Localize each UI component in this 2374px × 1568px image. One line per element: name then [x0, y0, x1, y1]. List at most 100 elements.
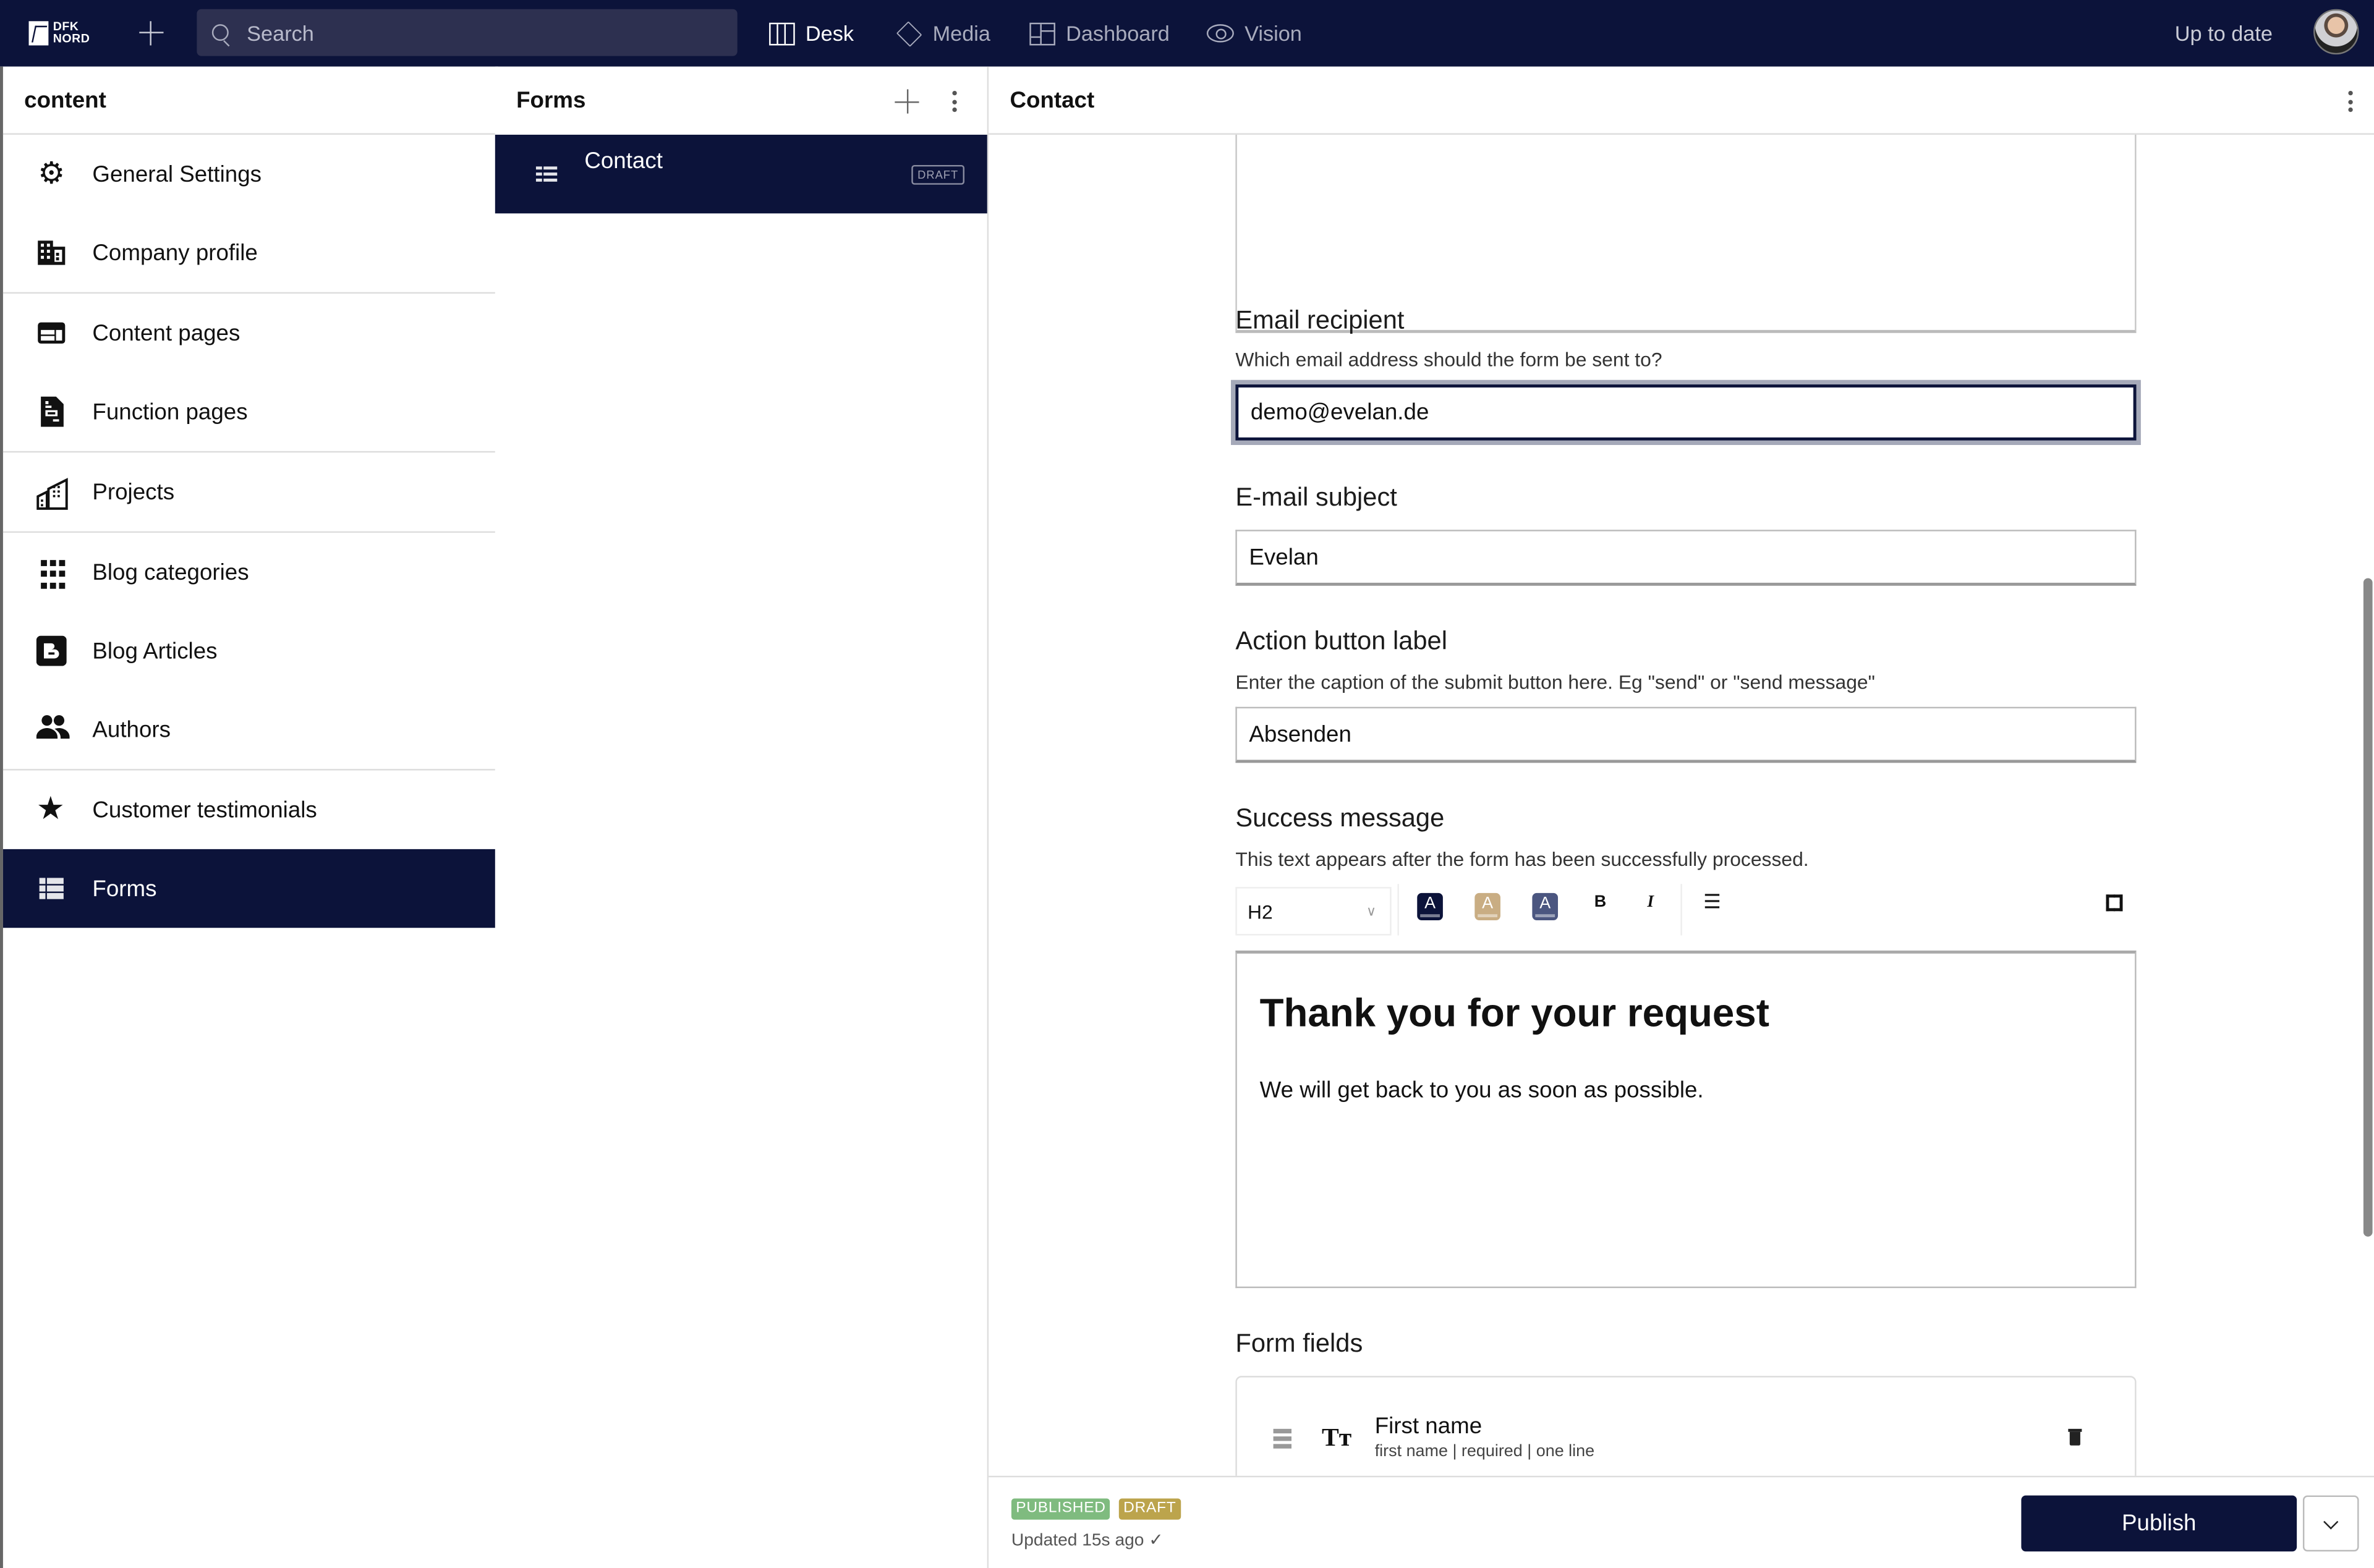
list-icon	[36, 873, 67, 904]
sidebar-item-label: Authors	[92, 716, 171, 743]
action-button-label-input[interactable]	[1235, 706, 2137, 763]
form-field-title: First name	[1374, 1413, 1483, 1439]
sidebar-item-blog-categories[interactable]: Blog categories	[2, 531, 497, 612]
text-type-icon: Tт	[1321, 1423, 1352, 1452]
building-icon	[36, 237, 67, 268]
sidebar-item-label: Projects	[92, 479, 175, 505]
text-color-navy-button[interactable]: A	[1417, 892, 1443, 920]
editor-scrollbar[interactable]	[2363, 578, 2373, 1237]
trash-icon[interactable]	[2068, 1428, 2082, 1446]
success-message-heading: Thank you for your request	[1259, 990, 1769, 1036]
sidebar-item-content-pages[interactable]: Content pages	[2, 292, 497, 373]
search-icon	[211, 24, 229, 41]
sidebar-item-label: Content pages	[92, 320, 240, 346]
forms-pane: Forms Contact DRAFT	[495, 66, 989, 1568]
text-color-slate-button[interactable]: A	[1532, 892, 1559, 920]
form-fields-label: Form fields	[1235, 1329, 1363, 1358]
text-color-sand-button[interactable]: A	[1474, 892, 1500, 920]
editor-title: Contact	[1010, 87, 1095, 113]
top-navigation-bar: DFK NORD Desk Media Dashboard Vision Up …	[0, 0, 2374, 67]
action-button-label-description: Enter the caption of the submit button h…	[1235, 670, 1875, 693]
publish-options-chevron-down-icon[interactable]	[2302, 1495, 2359, 1552]
bold-button[interactable]: B	[1594, 893, 1606, 911]
email-recipient-input[interactable]	[1235, 384, 2137, 441]
nav-tab-vision-label: Vision	[1244, 21, 1302, 46]
sidebar-item-forms[interactable]: Forms	[2, 849, 497, 928]
block-style-select[interactable]: H2 ∨	[1235, 887, 1392, 936]
sidebar-item-label: Customer testimonials	[92, 797, 317, 823]
document-icon	[36, 396, 67, 427]
nav-tab-dashboard-label: Dashboard	[1066, 21, 1170, 46]
document-footer: PUBLISHED DRAFT Updated 15s ago ✓ Publis…	[989, 1475, 2374, 1568]
chevron-down-icon: ∨	[1366, 904, 1377, 919]
people-icon	[36, 714, 70, 745]
desk-icon	[769, 22, 795, 45]
user-avatar[interactable]	[2313, 9, 2359, 55]
bullet-list-icon[interactable]: ☰	[1703, 890, 1721, 914]
app-window: DFK NORD Desk Media Dashboard Vision Up …	[0, 0, 2374, 1568]
sidebar-item-company-profile[interactable]: Company profile	[3, 213, 496, 292]
sidebar-item-authors[interactable]: Authors	[3, 690, 496, 769]
search-input[interactable]	[244, 19, 704, 46]
action-button-label-label: Action button label	[1235, 626, 1447, 656]
sidebar-item-customer-testimonials[interactable]: ★ Customer testimonials	[2, 769, 497, 849]
logo-mark-icon	[28, 21, 49, 46]
editor-header: Contact	[989, 67, 2374, 135]
drag-handle-icon[interactable]	[1273, 1428, 1291, 1448]
sidebar-item-label: Company profile	[92, 240, 258, 266]
dfk-nord-logo[interactable]: DFK NORD	[28, 18, 93, 48]
document-list-item[interactable]: Contact DRAFT	[495, 134, 987, 214]
sidebar-item-label: Forms	[92, 875, 157, 902]
forms-pane-header: Forms	[495, 67, 987, 135]
published-status-badge: PUBLISHED	[1011, 1498, 1111, 1520]
content-pane-title: content	[24, 87, 106, 113]
create-new-button[interactable]	[136, 18, 166, 48]
publish-button[interactable]: Publish	[2021, 1495, 2297, 1552]
apps-grid-icon	[36, 557, 76, 593]
nav-tab-vision[interactable]: Vision	[1206, 18, 1302, 48]
sidebar-item-general-settings[interactable]: ⚙ General Settings	[3, 135, 496, 213]
content-pane: content ⚙ General Settings Company profi…	[0, 66, 498, 1568]
sidebar-item-label: Blog Articles	[92, 638, 218, 664]
sidebar-item-blog-articles[interactable]: Blog Articles	[3, 611, 496, 690]
web-page-icon	[36, 318, 67, 348]
success-message-description: This text appears after the form has bee…	[1235, 847, 1809, 871]
content-menu: ⚙ General Settings Company profile Conte…	[2, 135, 497, 928]
editor-menu-button[interactable]	[2347, 90, 2353, 112]
media-icon	[896, 20, 922, 46]
content-pane-header: content	[2, 67, 497, 135]
success-message-editor[interactable]: Thank you for your request We will get b…	[1235, 950, 2137, 1289]
search-box[interactable]	[197, 9, 738, 56]
document-title: Contact	[584, 148, 663, 174]
create-form-button[interactable]	[895, 89, 919, 114]
email-subject-input[interactable]	[1235, 530, 2137, 586]
email-recipient-label: Email recipient	[1235, 305, 1405, 335]
sidebar-item-label: Function pages	[92, 399, 248, 425]
nav-tab-media[interactable]: Media	[896, 18, 990, 48]
forms-pane-title: Forms	[516, 88, 586, 114]
nav-tab-desk[interactable]: Desk	[769, 18, 854, 48]
forms-pane-menu-button[interactable]	[951, 90, 957, 112]
form-field-item[interactable]: Tт First name first name | required | on…	[1235, 1376, 2137, 1478]
email-recipient-description: Which email address should the form be s…	[1235, 348, 1662, 371]
email-subject-label: E-mail subject	[1235, 483, 1397, 512]
sidebar-item-function-pages[interactable]: Function pages	[3, 372, 496, 451]
sidebar-item-label: Blog categories	[92, 559, 249, 585]
vision-icon	[1206, 24, 1234, 43]
previous-textarea-field[interactable]	[1235, 134, 2137, 333]
logo-line-2: NORD	[53, 32, 90, 46]
toolbar-divider	[1397, 884, 1399, 936]
last-updated-text: Updated 15s ago ✓	[1011, 1532, 1164, 1550]
nav-tab-dashboard[interactable]: Dashboard	[1029, 18, 1170, 48]
toolbar-divider	[1680, 884, 1682, 936]
rich-text-toolbar: H2 ∨ A A A B I ☰	[1235, 884, 2136, 941]
sync-status: Up to date	[2174, 21, 2273, 46]
sidebar-item-projects[interactable]: Projects	[2, 451, 497, 532]
fullscreen-icon[interactable]	[2106, 894, 2123, 912]
form-field-subtitle: first name | required | one line	[1374, 1442, 1595, 1461]
italic-button[interactable]: I	[1648, 893, 1654, 911]
list-icon	[533, 162, 560, 186]
star-icon: ★	[36, 791, 65, 827]
nav-tab-media-label: Media	[932, 21, 990, 46]
block-style-value: H2	[1247, 899, 1273, 923]
